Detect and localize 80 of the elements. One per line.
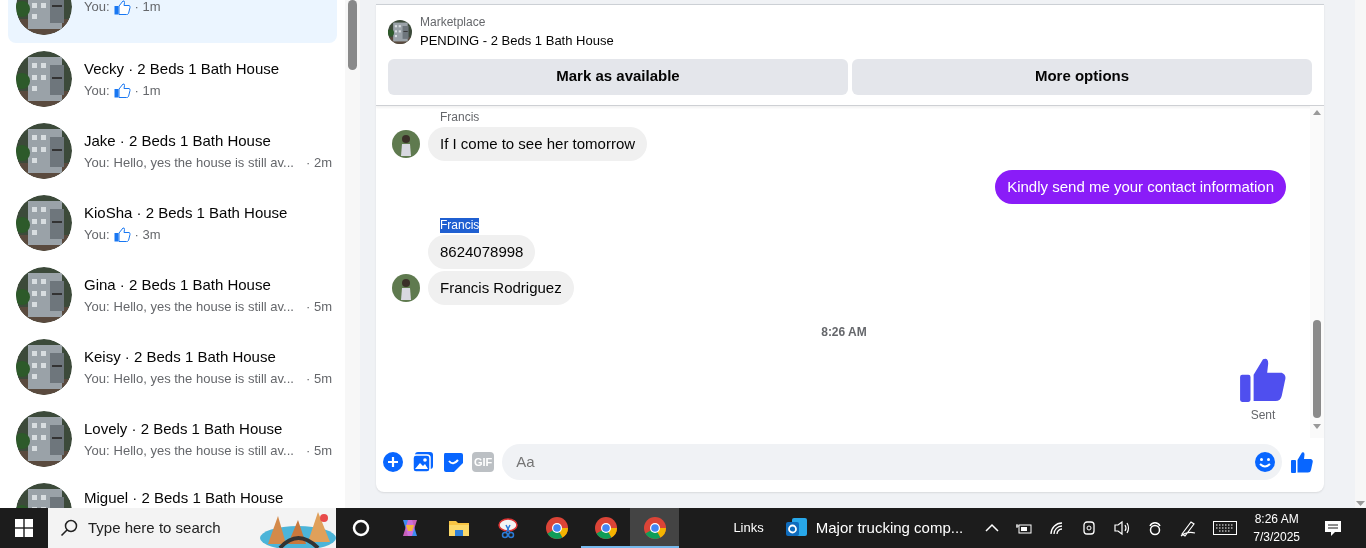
conversation-title: Vecky · 2 Beds 1 Bath House bbox=[84, 59, 280, 79]
scroll-down-arrow[interactable] bbox=[1355, 500, 1366, 508]
message-input[interactable]: Aa bbox=[514, 449, 1254, 475]
message-bubble: Kindly send me your contact information bbox=[995, 169, 1286, 204]
like-button[interactable] bbox=[1290, 450, 1314, 474]
avatar[interactable] bbox=[392, 129, 420, 158]
speaker-icon[interactable] bbox=[1113, 520, 1132, 536]
message-time: · 2m bbox=[305, 153, 332, 172]
listing-source: Marketplace bbox=[420, 14, 487, 31]
message-bubble: If I come to see her tomorrow bbox=[428, 126, 648, 161]
browser-icon bbox=[593, 516, 618, 540]
preview-sender: You: bbox=[84, 369, 110, 388]
emoji-icon[interactable] bbox=[1254, 451, 1276, 473]
search-icon bbox=[60, 519, 78, 537]
conversation-item[interactable]: Gina · 2 Beds 1 Bath House You: Hello, yes the house is still av... · 5m bbox=[8, 259, 337, 331]
scissors-icon bbox=[495, 516, 520, 540]
windows-start-icon[interactable] bbox=[15, 519, 33, 537]
toolbar-label[interactable]: Links bbox=[733, 518, 764, 538]
taskbar-window[interactable]: Major trucking comp... bbox=[783, 516, 964, 540]
conversation-item[interactable]: You: · 1m bbox=[8, 0, 337, 43]
taskbar-search[interactable]: Type here to search bbox=[48, 508, 336, 548]
avatar[interactable] bbox=[392, 273, 420, 302]
message-time: · 1m bbox=[134, 0, 161, 17]
sender-name: Francis bbox=[440, 109, 480, 125]
preview-sender: You: bbox=[84, 81, 110, 100]
action-button[interactable]: More options bbox=[852, 58, 1312, 95]
clock-time[interactable]: 8:26 AM bbox=[1253, 510, 1300, 528]
conversation-item[interactable]: Keisy · 2 Beds 1 Bath House You: Hello, yes the house is still av... · 5m bbox=[8, 331, 337, 403]
message-bubble: 8624078998 bbox=[428, 234, 536, 269]
battery-icon[interactable] bbox=[1015, 521, 1034, 535]
conversation-title: KioSha · 2 Beds 1 Bath House bbox=[84, 203, 288, 223]
clock-date[interactable]: 7/3/2025 bbox=[1253, 528, 1300, 546]
sync-icon[interactable] bbox=[1147, 520, 1164, 536]
preview-sender: You: bbox=[84, 153, 110, 172]
message-preview: Hello, yes the house is still av... bbox=[113, 297, 294, 316]
scrollbar-thumb[interactable] bbox=[348, 0, 357, 70]
message-time: · 5m bbox=[305, 297, 332, 316]
message-timestamp: 8:26 AM bbox=[821, 324, 867, 340]
keyboard-icon[interactable] bbox=[1213, 521, 1238, 535]
like-icon bbox=[113, 0, 131, 15]
listing-title: PENDING - 2 Beds 1 Bath House bbox=[420, 32, 614, 50]
message-preview: Hello, yes the house is still av... bbox=[113, 153, 294, 172]
browser-icon bbox=[642, 516, 667, 540]
conversation-item[interactable]: Vecky · 2 Beds 1 Bath House You: · 1m bbox=[8, 43, 337, 115]
preview-sender: You: bbox=[84, 225, 110, 244]
sticker-icon[interactable] bbox=[442, 451, 464, 473]
preview-sender: You: bbox=[84, 0, 110, 17]
sender-name: Francis bbox=[440, 217, 480, 233]
notification-icon[interactable] bbox=[1324, 519, 1342, 537]
like-icon bbox=[113, 82, 131, 98]
camera-icon[interactable] bbox=[1081, 520, 1098, 536]
conversation-title: Keisy · 2 Beds 1 Bath House bbox=[84, 347, 277, 367]
delivery-status: Sent bbox=[1250, 407, 1276, 423]
browser-icon bbox=[544, 516, 569, 540]
preview-sender: You: bbox=[84, 297, 110, 316]
message-bubble: Francis Rodriguez bbox=[428, 270, 574, 305]
chevron-up-icon[interactable] bbox=[985, 523, 1000, 533]
preview-sender: You: bbox=[84, 441, 110, 460]
conversation-item[interactable]: Lovely · 2 Beds 1 Bath House You: Hello, yes the house is still av... · 5m bbox=[8, 403, 337, 475]
message-field[interactable]: Aa bbox=[502, 444, 1282, 480]
message-time: · 1m bbox=[134, 81, 161, 100]
like-icon bbox=[113, 226, 131, 242]
conversation-title: Miguel · 2 Beds 1 Bath House bbox=[84, 488, 284, 508]
message-preview: Hello, yes the house is still av... bbox=[113, 369, 294, 388]
conversation-item[interactable]: Jake · 2 Beds 1 Bath House You: Hello, yes the house is still av... · 2m bbox=[8, 115, 337, 187]
scroll-down-arrow[interactable] bbox=[1313, 423, 1321, 429]
conversation-title: Gina · 2 Beds 1 Bath House bbox=[84, 275, 272, 295]
pen-icon[interactable] bbox=[1179, 519, 1198, 537]
message-preview: Hello, yes the house is still av... bbox=[113, 441, 294, 460]
scroll-up-arrow[interactable] bbox=[1313, 109, 1321, 115]
conversation-title: Jake · 2 Beds 1 Bath House bbox=[84, 131, 272, 151]
message-time: · 5m bbox=[305, 369, 332, 388]
scrollbar-thumb[interactable] bbox=[1313, 319, 1321, 418]
action-button[interactable]: Mark as available bbox=[388, 58, 848, 95]
conversation-title: Lovely · 2 Beds 1 Bath House bbox=[84, 419, 284, 439]
conversation-item[interactable]: KioSha · 2 Beds 1 Bath House You: · 3m bbox=[8, 187, 337, 259]
message-time: · 3m bbox=[134, 225, 161, 244]
photo-icon[interactable] bbox=[412, 451, 434, 473]
add-icon[interactable] bbox=[382, 451, 404, 473]
message-time: · 5m bbox=[305, 441, 332, 460]
